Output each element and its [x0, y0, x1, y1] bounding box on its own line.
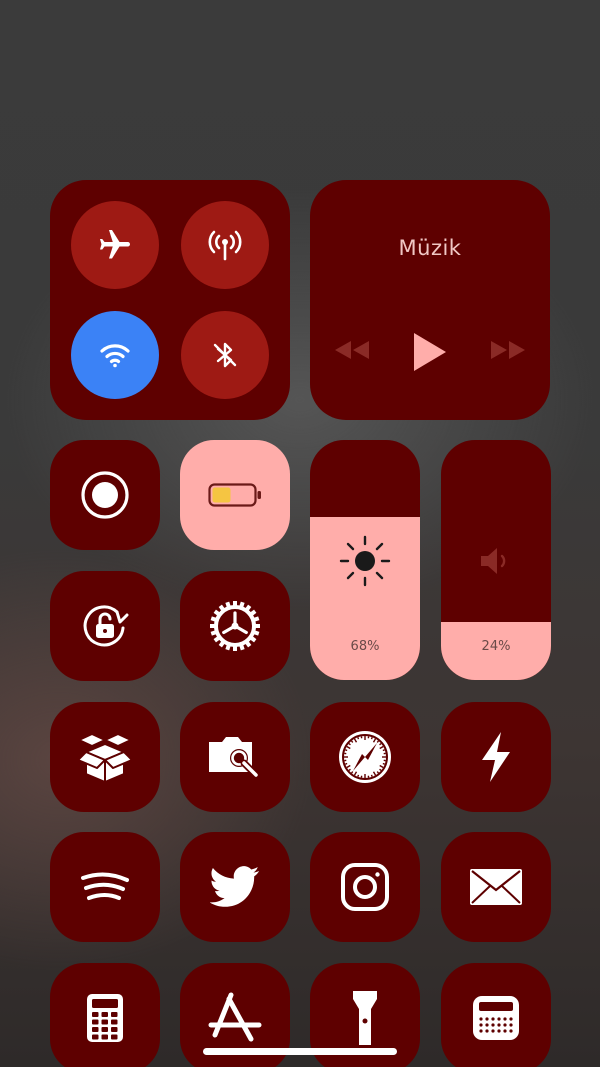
app-lightning[interactable]	[441, 702, 551, 812]
calculator-icon	[85, 992, 125, 1044]
wifi-button[interactable]	[71, 311, 159, 399]
instagram-icon	[340, 862, 390, 912]
low-power-mode-button[interactable]	[180, 440, 290, 550]
camera-folder-icon	[206, 732, 264, 782]
app-store-icon	[207, 991, 263, 1045]
volume-percent: 24%	[481, 639, 511, 654]
bluetooth-off-icon	[207, 337, 243, 373]
music-title: Müzik	[398, 236, 462, 260]
rewind-icon	[333, 339, 371, 361]
gear-icon	[207, 598, 263, 654]
rotation-lock-icon	[77, 598, 133, 654]
bluetooth-button[interactable]	[181, 311, 269, 399]
app-cydia[interactable]	[50, 702, 160, 812]
app-calculator[interactable]	[50, 963, 160, 1067]
brightness-slider[interactable]: 68%	[310, 440, 420, 680]
airplane-icon	[97, 227, 133, 263]
play-icon	[412, 332, 448, 372]
wifi-icon	[97, 337, 133, 373]
spotify-icon	[79, 869, 131, 905]
app-instagram[interactable]	[310, 832, 420, 942]
rewind-button[interactable]	[332, 330, 372, 370]
settings-button[interactable]	[180, 571, 290, 681]
connectivity-module	[50, 180, 290, 420]
home-indicator[interactable]	[203, 1048, 397, 1055]
screen-record-button[interactable]	[50, 440, 160, 550]
orientation-lock-button[interactable]	[50, 571, 160, 681]
speaker-icon	[441, 546, 551, 576]
app-radio[interactable]	[441, 963, 551, 1067]
app-mail[interactable]	[441, 832, 551, 942]
twitter-icon	[210, 866, 260, 908]
play-button[interactable]	[408, 330, 452, 374]
airplane-mode-button[interactable]	[71, 201, 159, 289]
mail-icon	[469, 868, 523, 906]
app-twitter[interactable]	[180, 832, 290, 942]
fast-forward-icon	[489, 339, 527, 361]
radio-icon	[471, 994, 521, 1042]
battery-icon	[208, 483, 262, 507]
sun-icon	[310, 534, 420, 588]
antenna-icon	[205, 225, 245, 265]
app-file-search[interactable]	[180, 702, 290, 812]
lightning-icon	[476, 730, 516, 784]
music-module[interactable]: Müzik	[310, 180, 550, 420]
record-icon	[80, 470, 130, 520]
compass-icon	[336, 728, 394, 786]
flashlight-icon	[350, 989, 380, 1047]
app-safari[interactable]	[310, 702, 420, 812]
fast-forward-button[interactable]	[488, 330, 528, 370]
brightness-percent: 68%	[350, 639, 380, 654]
cydia-boxes-icon	[76, 730, 134, 784]
cellular-data-button[interactable]	[181, 201, 269, 289]
app-spotify[interactable]	[50, 832, 160, 942]
volume-slider[interactable]: 24%	[441, 440, 551, 680]
